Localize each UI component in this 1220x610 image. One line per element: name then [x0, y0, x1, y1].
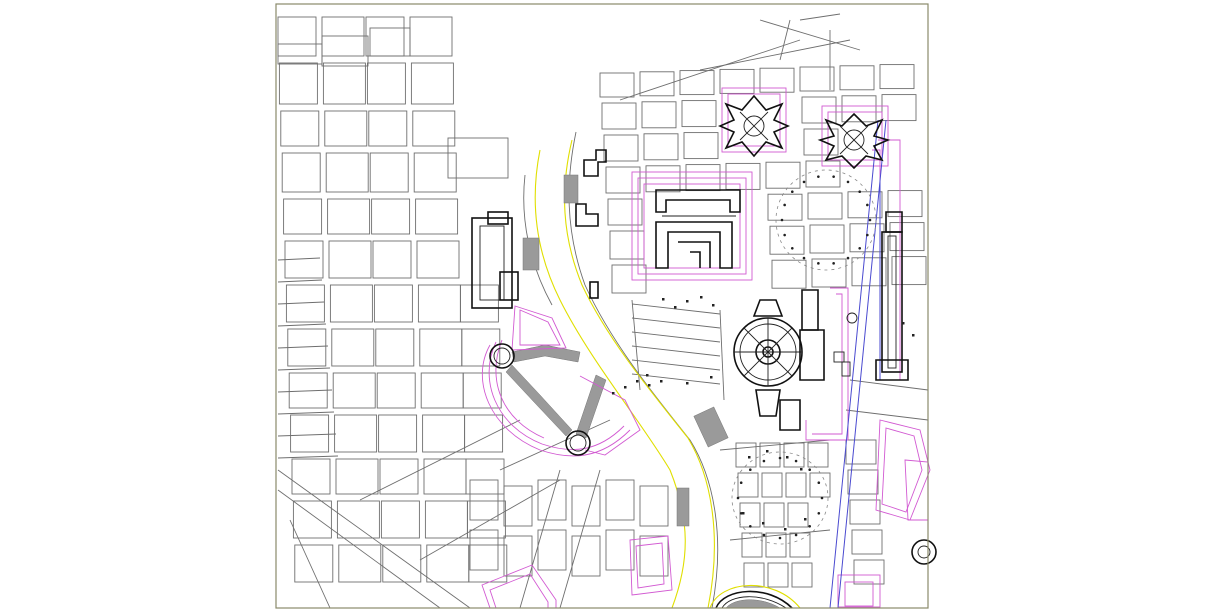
city-plan-drawing [0, 0, 1220, 610]
